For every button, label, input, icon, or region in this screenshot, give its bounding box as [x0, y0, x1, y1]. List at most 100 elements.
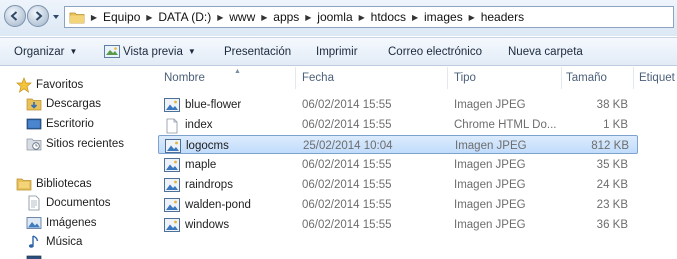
column-type-label: Tipo: [454, 72, 476, 84]
new-folder-label: Nueva carpeta: [508, 45, 583, 58]
breadcrumb-equipo[interactable]: Equipo: [101, 10, 142, 24]
jpeg-image-icon: [164, 97, 180, 112]
breadcrumb-images[interactable]: images: [422, 10, 465, 24]
desktop-icon: [26, 118, 42, 130]
breadcrumb-separator-icon[interactable]: ▶: [142, 13, 156, 22]
file-name: walden-pond: [185, 198, 251, 211]
file-size: 24 KB: [596, 178, 628, 191]
column-header-type[interactable]: Tipo: [448, 67, 562, 89]
column-name-label: Nombre: [164, 72, 205, 84]
breadcrumb-separator-icon[interactable]: ▶: [355, 13, 369, 22]
breadcrumb-separator-icon[interactable]: ▶: [213, 13, 227, 22]
file-row[interactable]: raindrops 06/02/2014 15:55 Imagen JPEG 2…: [158, 175, 638, 194]
back-button[interactable]: [4, 5, 26, 27]
column-header-date[interactable]: Fecha: [296, 67, 448, 89]
print-button[interactable]: Imprimir: [316, 46, 358, 58]
file-date: 06/02/2014 15:55: [302, 178, 392, 191]
file-name: raindrops: [185, 178, 233, 191]
address-bar: ▶ Equipo ▶ DATA (D:) ▶ www ▶ apps ▶ joom…: [0, 0, 677, 36]
breadcrumb-separator-icon[interactable]: ▶: [408, 13, 422, 22]
breadcrumb-www[interactable]: www: [227, 10, 257, 24]
new-folder-button[interactable]: Nueva carpeta: [508, 46, 583, 58]
slideshow-button[interactable]: Presentación: [224, 46, 291, 58]
file-type: Imagen JPEG: [454, 198, 526, 211]
nav-downloads-label: Descargas: [46, 98, 101, 110]
nav-images-label: Imágenes: [46, 217, 97, 229]
file-size: 38 KB: [596, 98, 628, 111]
organize-button[interactable]: Organizar ▼: [14, 46, 77, 58]
nav-documents[interactable]: Documentos: [26, 195, 111, 211]
nav-favorites[interactable]: Favoritos: [16, 77, 83, 93]
file-date: 06/02/2014 15:55: [302, 118, 392, 131]
column-date-label: Fecha: [302, 72, 334, 84]
jpeg-image-icon: [164, 177, 180, 192]
file-date: 06/02/2014 15:55: [302, 198, 392, 211]
nav-documents-label: Documentos: [46, 197, 111, 209]
nav-libraries-label: Bibliotecas: [36, 178, 92, 190]
breadcrumb-htdocs[interactable]: htdocs: [369, 10, 408, 24]
forward-button[interactable]: [27, 5, 49, 27]
file-type: Imagen JPEG: [454, 218, 526, 231]
file-name: index: [185, 118, 213, 131]
breadcrumb-separator-icon[interactable]: ▶: [301, 13, 315, 22]
column-header-tags[interactable]: Etiquet: [634, 67, 677, 89]
videos-icon: [26, 255, 42, 259]
file-row[interactable]: windows 06/02/2014 15:55 Imagen JPEG 36 …: [158, 215, 638, 234]
file-date: 25/02/2014 10:04: [303, 139, 393, 152]
nav-videos-partial[interactable]: [26, 254, 46, 259]
column-header-size[interactable]: Tamaño: [562, 67, 634, 89]
breadcrumb-separator-icon[interactable]: ▶: [87, 13, 101, 22]
file-row[interactable]: blue-flower 06/02/2014 15:55 Imagen JPEG…: [158, 95, 638, 114]
recent-pages-dropdown-icon[interactable]: [51, 12, 61, 22]
breadcrumb-separator-icon[interactable]: ▶: [465, 13, 479, 22]
sort-ascending-icon: ▲: [234, 68, 241, 75]
downloads-folder-icon: [26, 98, 42, 111]
file-row[interactable]: walden-pond 06/02/2014 15:55 Imagen JPEG…: [158, 195, 638, 214]
chevron-down-icon: ▼: [187, 47, 196, 56]
email-button[interactable]: Correo electrónico: [388, 46, 482, 58]
breadcrumb-joomla[interactable]: joomla: [315, 10, 354, 24]
music-icon: [28, 235, 39, 248]
nav-images[interactable]: Imágenes: [26, 215, 97, 231]
address-path[interactable]: ▶ Equipo ▶ DATA (D:) ▶ www ▶ apps ▶ joom…: [64, 6, 674, 28]
file-type: Imagen JPEG: [455, 139, 527, 152]
nav-music[interactable]: Música: [26, 234, 82, 250]
file-date: 06/02/2014 15:55: [302, 98, 392, 111]
file-size: 36 KB: [596, 218, 628, 231]
column-header-name[interactable]: ▲ Nombre: [158, 67, 296, 89]
nav-desktop[interactable]: Escritorio: [26, 116, 94, 132]
breadcrumb-apps[interactable]: apps: [271, 10, 301, 24]
file-size: 812 KB: [591, 139, 629, 152]
back-arrow-icon: [10, 11, 18, 21]
file-type: Imagen JPEG: [454, 158, 526, 171]
file-size: 35 KB: [596, 158, 628, 171]
file-type: Imagen JPEG: [454, 178, 526, 191]
file-row[interactable]: index 06/02/2014 15:55 Chrome HTML Do...…: [158, 115, 638, 134]
html-document-icon: [164, 118, 180, 133]
breadcrumb-data-drive[interactable]: DATA (D:): [156, 10, 213, 24]
recent-places-icon: [26, 138, 42, 151]
nav-music-label: Música: [46, 236, 83, 248]
nav-recent-places[interactable]: Sitios recientes: [26, 136, 124, 152]
file-name: logocms: [186, 139, 229, 152]
file-name-cell: maple: [164, 155, 216, 174]
images-library-icon: [26, 217, 42, 229]
breadcrumb-headers[interactable]: headers: [479, 10, 526, 24]
slideshow-label: Presentación: [224, 45, 292, 58]
nav-downloads[interactable]: Descargas: [26, 96, 101, 112]
file-date: 06/02/2014 15:55: [302, 158, 392, 171]
file-row[interactable]: maple 06/02/2014 15:55 Imagen JPEG 35 KB: [158, 155, 638, 174]
column-tags-label: Etiquet: [639, 72, 675, 84]
breadcrumb-separator-icon[interactable]: ▶: [257, 13, 271, 22]
file-row[interactable]: logocms 25/02/2014 10:04 Imagen JPEG 812…: [158, 135, 638, 154]
file-date: 06/02/2014 15:55: [302, 218, 392, 231]
file-type: Imagen JPEG: [454, 98, 526, 111]
preview-button[interactable]: Vista previa ▼: [104, 45, 196, 58]
nav-libraries[interactable]: Bibliotecas: [16, 176, 92, 192]
file-name-cell: raindrops: [164, 175, 233, 194]
file-name-cell: windows: [164, 215, 229, 234]
chevron-down-icon: ▼: [69, 47, 78, 56]
print-label: Imprimir: [316, 45, 358, 58]
file-name-cell: blue-flower: [164, 95, 241, 114]
jpeg-image-icon: [164, 197, 180, 212]
